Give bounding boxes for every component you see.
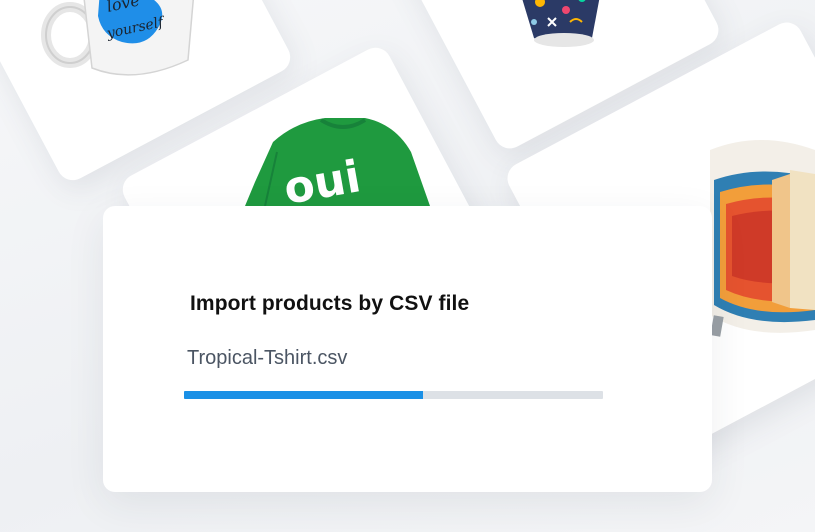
file-name: Tropical-Tshirt.csv — [187, 347, 348, 369]
import-dialog: Import products by CSV file Tropical-Tsh… — [103, 206, 712, 492]
upload-progress-bar — [184, 391, 603, 399]
dialog-title: Import products by CSV file — [190, 292, 470, 315]
mug-icon: love yourself — [41, 0, 195, 76]
sweatshirt-icon: oui — [245, 118, 430, 212]
upload-progress-fill — [184, 391, 423, 399]
cup-icon — [522, 0, 600, 47]
